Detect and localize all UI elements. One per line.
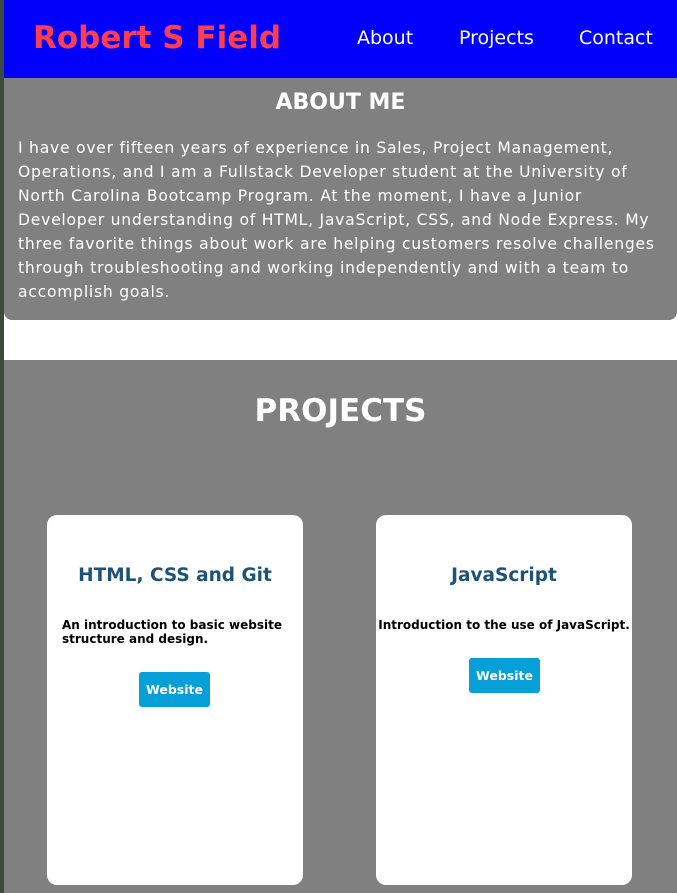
brand-name[interactable]: Robert S Field	[33, 18, 281, 58]
project-card-title: JavaScript	[451, 565, 557, 586]
site-header: Robert S Field About Projects Contact	[4, 0, 677, 78]
project-website-button[interactable]: Website	[469, 658, 540, 693]
nav-link-about[interactable]: About	[357, 24, 413, 52]
project-card-html-css-git: HTML, CSS and Git An introduction to bas…	[47, 515, 303, 885]
projects-title: PROJECTS	[254, 393, 427, 429]
about-text: I have over fifteen years of experience …	[18, 139, 655, 301]
project-card-javascript: JavaScript Introduction to the use of Ja…	[376, 515, 632, 885]
projects-section: PROJECTS HTML, CSS and Git An introducti…	[4, 360, 677, 893]
nav-link-projects[interactable]: Projects	[459, 24, 534, 52]
project-card-description: An introduction to basic website structu…	[62, 618, 282, 646]
project-card-description: Introduction to the use of JavaScript.	[378, 618, 630, 632]
project-website-button[interactable]: Website	[139, 672, 210, 707]
nav-link-contact[interactable]: Contact	[579, 24, 653, 52]
about-title: ABOUT ME	[275, 90, 406, 115]
about-section: ABOUT ME I have over fifteen years of ex…	[4, 78, 677, 320]
project-card-title: HTML, CSS and Git	[78, 565, 272, 586]
